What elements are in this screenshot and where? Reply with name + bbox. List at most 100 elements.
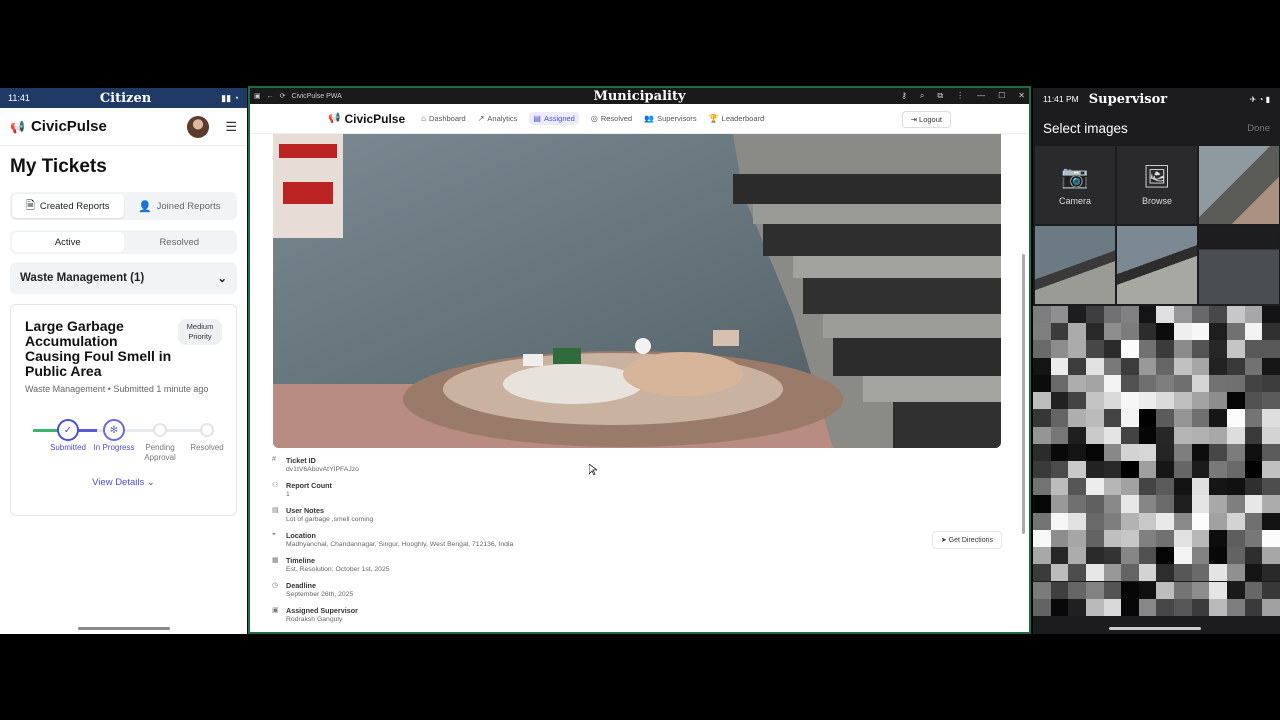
image-thumbnail[interactable] xyxy=(1199,146,1279,224)
pixel-block xyxy=(1033,564,1051,582)
detail-user-notes: ▤ User Notes Lot of garbage ,smell comin… xyxy=(272,506,1002,531)
home-indicator[interactable] xyxy=(78,627,170,630)
pixel-block xyxy=(1050,478,1069,496)
logout-icon: ⇥ xyxy=(910,115,917,124)
close-icon[interactable]: ✕ xyxy=(1018,91,1025,101)
pixel-block xyxy=(1209,409,1228,427)
tab-label: Created Reports xyxy=(39,200,110,212)
pixel-block xyxy=(1191,547,1210,565)
pixel-block xyxy=(1244,529,1263,548)
pixel-block xyxy=(1244,495,1263,513)
pixel-block xyxy=(1244,547,1263,565)
pixel-block xyxy=(1085,547,1104,565)
category-label: Waste Management (1) xyxy=(20,272,145,284)
pixel-block xyxy=(1103,392,1122,410)
pixel-block xyxy=(1244,374,1263,393)
tab-joined-reports[interactable]: 👤 Joined Reports xyxy=(124,194,236,218)
pixel-block xyxy=(1174,306,1192,324)
add-user-icon: 👤 xyxy=(137,200,152,213)
citizen-phone: 11:41 Citizen ▮▮ ◔ 📢 CivicPulse ☰ My Tic… xyxy=(0,88,247,634)
pixel-block xyxy=(1174,374,1192,393)
pixel-block xyxy=(1085,306,1104,324)
pixel-block xyxy=(1156,374,1175,393)
nav-leaderboard[interactable]: 🏆 Leaderboard xyxy=(709,114,765,123)
pixel-block xyxy=(1227,357,1245,375)
minimize-icon[interactable]: — xyxy=(977,91,985,101)
nav-assigned[interactable]: ▤ Assigned xyxy=(529,112,579,125)
filter-active[interactable]: Active xyxy=(12,232,124,252)
nav-resolved[interactable]: ◎ Resolved xyxy=(591,114,632,123)
check-circle-icon: ◎ xyxy=(590,114,598,123)
nav-label: Leaderboard xyxy=(721,114,765,123)
image-thumbnail[interactable] xyxy=(1117,226,1197,304)
pixel-block xyxy=(1209,495,1228,513)
status-title: Supervisor xyxy=(1088,91,1168,107)
pixel-block xyxy=(1209,306,1228,324)
browse-label: Browse xyxy=(1141,196,1172,206)
pixel-block xyxy=(1244,409,1263,427)
browse-tile[interactable]: 🖼 Browse xyxy=(1117,146,1197,224)
reload-icon[interactable]: ⟳ xyxy=(280,92,286,100)
pixel-block xyxy=(1174,409,1192,427)
nav-label: Assigned xyxy=(543,114,575,123)
back-icon[interactable]: ← xyxy=(267,93,274,100)
pixel-block xyxy=(1121,306,1139,324)
ticket-detail: # Ticket ID dv1tV6AbovAtYIPFAJzo ⚇ Repor… xyxy=(250,134,1029,632)
key-icon[interactable]: ⚷ xyxy=(901,91,907,101)
pixel-block xyxy=(1138,409,1157,427)
category-accordion[interactable]: Waste Management (1) ⌄ xyxy=(10,262,237,294)
pixel-block xyxy=(1209,340,1228,358)
pixel-block xyxy=(1244,460,1263,479)
avatar[interactable] xyxy=(187,115,210,138)
camera-tile[interactable]: 📷 Camera xyxy=(1035,146,1115,224)
pixel-block xyxy=(1050,547,1069,565)
nav-supervisors[interactable]: 👥 Supervisors xyxy=(644,114,697,123)
blurred-images-area xyxy=(1033,306,1280,616)
menu-icon[interactable]: ☰ xyxy=(225,119,237,135)
pixel-block xyxy=(1103,460,1122,479)
window-controls: ⚷ ⌕ ⧉ ⋮ — ☐ ✕ xyxy=(901,91,1025,101)
zoom-icon[interactable]: ⌕ xyxy=(920,91,924,101)
pixel-block xyxy=(1191,581,1210,599)
pixel-block xyxy=(1227,323,1245,341)
view-details-link[interactable]: View Details ⌄ xyxy=(25,477,222,488)
pixel-block xyxy=(1262,409,1280,427)
pixel-block xyxy=(1262,598,1280,616)
extension-icon[interactable]: ⧉ xyxy=(937,91,943,101)
pixel-block xyxy=(1156,598,1175,616)
pixel-block xyxy=(1103,340,1122,358)
municipality-window: ▣ ← ⟳ CivicPulse PWA Municipality ⚷ ⌕ ⧉ … xyxy=(248,86,1031,634)
briefcase-icon: ▤ xyxy=(533,114,541,123)
pixel-block xyxy=(1121,340,1139,358)
home-indicator[interactable] xyxy=(1109,627,1201,630)
logout-button[interactable]: ⇥ Logout xyxy=(901,111,951,128)
more-icon[interactable]: ⋮ xyxy=(956,91,964,101)
get-directions-button[interactable]: ➤ Get Directions xyxy=(931,531,1002,549)
done-button[interactable]: Done xyxy=(1247,123,1270,134)
pixel-block xyxy=(1033,443,1051,461)
step-in-progress: ✻ In Progress xyxy=(89,419,139,453)
pixel-block xyxy=(1138,374,1157,393)
tab-created-reports[interactable]: 🗎 Created Reports xyxy=(12,194,124,218)
ticket-details-list: # Ticket ID dv1tV6AbovAtYIPFAJzo ⚇ Repor… xyxy=(272,456,1002,631)
scrollbar[interactable] xyxy=(1022,254,1025,534)
window-titlebar: ▣ ← ⟳ CivicPulse PWA Municipality ⚷ ⌕ ⧉ … xyxy=(250,88,1029,104)
detail-label: User Notes xyxy=(286,506,324,515)
pixel-block xyxy=(1227,512,1245,530)
pixel-block xyxy=(1033,426,1051,444)
pixel-block xyxy=(1191,529,1210,548)
pixel-block xyxy=(1033,581,1051,599)
filter-resolved[interactable]: Resolved xyxy=(124,232,236,252)
maximize-icon[interactable]: ☐ xyxy=(998,91,1005,101)
status-icons: ✈ ◔ ▮ xyxy=(1249,94,1270,104)
image-thumbnail[interactable] xyxy=(1199,226,1279,304)
nav-analytics[interactable]: ↗ Analytics xyxy=(478,114,518,123)
pixel-block xyxy=(1068,460,1086,479)
detail-value: Madhyanchal, Chandannagar, Singur, Hoogh… xyxy=(286,541,514,548)
pixel-block xyxy=(1085,340,1104,358)
trophy-icon: 🏆 xyxy=(708,114,719,123)
nav-dashboard[interactable]: ⌂ Dashboard xyxy=(421,114,466,123)
pixel-block xyxy=(1068,374,1086,393)
image-thumbnail[interactable] xyxy=(1035,226,1115,304)
users-icon: 👥 xyxy=(644,114,655,123)
